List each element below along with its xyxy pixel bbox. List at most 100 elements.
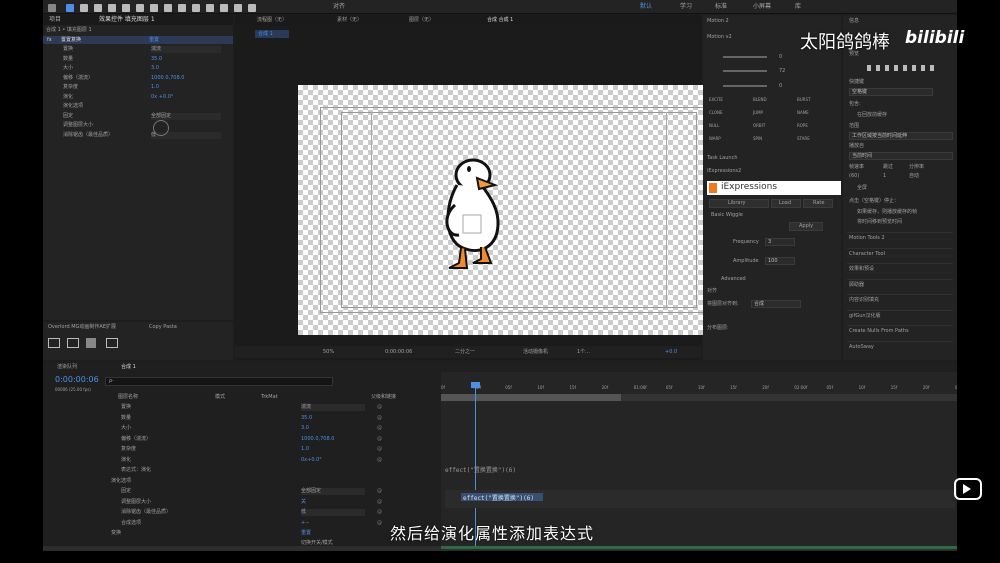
tab-footage[interactable]: 素材（无） [337,17,362,24]
timeline-prop-value[interactable]: 重置 [301,530,311,537]
motion-button[interactable]: WARP [709,135,721,142]
tab-copy-pasta[interactable]: Copy Pasta [149,324,177,331]
iexp-library[interactable]: Library [728,200,745,207]
panel-list-item[interactable]: Motion Tools 2 [849,235,885,242]
panel-list-item[interactable]: 内容识别填充 [849,297,879,304]
expression-edit[interactable]: effect("置换置换")(6) [463,493,534,502]
camera-dropdown[interactable]: 活动摄像机 [523,349,548,356]
timeline-search[interactable]: ρ- [109,378,114,385]
motion-button[interactable]: JUMP [753,109,763,116]
motion-button[interactable]: EXCITE [709,96,723,103]
motion-button[interactable]: ORBIT [753,122,765,129]
timeline-prop-value[interactable]: 全部固定 [301,488,365,495]
task-launch[interactable]: Task Launch [707,155,738,162]
panel-list-item[interactable]: gifGun汉化版 [849,313,881,320]
comp-breadcrumb[interactable]: 合成 1 [258,31,273,38]
align-to-dropdown[interactable]: 合成 [754,301,764,307]
pickwhip-icon[interactable]: @ [377,436,382,443]
tab-layer[interactable]: 图层（无） [409,17,434,24]
pickwhip-icon[interactable]: @ [377,404,382,411]
exposure-value[interactable]: +0.0 [665,349,677,356]
cache-play-checkbox[interactable]: 如果缓存，则播放缓存的帧 [857,209,917,216]
pickwhip-icon[interactable]: @ [377,425,382,432]
panel-list-item[interactable]: 效果和预设 [849,266,874,273]
expression-preview[interactable]: effect("置换置换")(6) [445,465,516,474]
effect-prop-value[interactable]: 1000.0,708.0 [151,75,184,82]
zoom-dropdown[interactable]: 50% [323,349,334,356]
effect-prop-value[interactable]: 0x +0.0° [151,94,173,101]
views-dropdown[interactable]: 1个... [577,349,590,356]
motion-button[interactable]: NAME [797,109,809,116]
workspace-learn[interactable]: 学习 [680,3,692,11]
panel-list-item[interactable]: 顾助器 [849,282,864,289]
align-checkbox-label[interactable]: 对齐 [333,3,345,11]
effect-name[interactable]: 置置复换 [61,37,81,44]
move-time-checkbox[interactable]: 将时间移到预览时间 [857,219,902,226]
overlord-grid-icon[interactable] [86,338,96,348]
work-area-bar[interactable] [441,394,623,401]
panel-list-item[interactable]: Character Tool [849,251,885,258]
tab-render-queue[interactable]: 渲染队列 [57,364,77,371]
tab-comp-timeline[interactable]: 合成 1 [121,364,136,371]
amplitude-value[interactable]: 100 [768,258,778,264]
pickwhip-icon[interactable]: @ [377,488,382,495]
motion-value-2[interactable]: 72 [779,68,785,75]
fps-dropdown[interactable]: (60) [849,173,859,180]
time-navigator[interactable] [441,546,957,549]
res-dropdown[interactable]: 自动 [909,173,919,180]
timeline-prop-value[interactable]: +− [301,520,309,527]
overlord-push-icon[interactable] [48,338,60,348]
iexp-tab[interactable]: iExpressions2 [707,168,741,175]
timeline-prop-value[interactable]: 35.0 [301,415,312,422]
motion-button[interactable]: STARE [797,135,810,142]
workspace-library[interactable]: 库 [795,3,801,11]
overlord-settings-icon[interactable] [106,338,118,348]
playback-controls[interactable] [867,65,937,71]
effect-prop-value[interactable]: 35.0 [151,56,162,63]
timeline-prop-value[interactable]: 低 [301,509,365,516]
panel-list-item[interactable]: AutoSway [849,344,874,351]
tab-composition[interactable]: 合成 合成 1 [487,17,513,24]
timeline-prop-value[interactable]: 关 [301,499,306,506]
timeline-prop-value[interactable]: 湍流 [301,404,365,411]
motion-button[interactable]: CLONE [709,109,723,116]
motion-button[interactable]: SPIN [753,135,762,142]
timeline-prop-value[interactable]: 0x+0.0° [301,457,322,464]
resolution-dropdown[interactable]: 二分之一 [455,349,475,356]
workspace-small[interactable]: 小屏幕 [753,3,771,11]
workspace-default[interactable]: 默认 [640,3,652,11]
tab-flowchart[interactable]: 流程图（无） [257,17,287,24]
panel-list-item[interactable]: Create Nulls From Paths [849,328,909,335]
timeline-prop-value[interactable]: 1000.0,708.0 [301,436,334,443]
effect-prop-value[interactable]: 3.0 [151,65,159,72]
pickwhip-icon[interactable]: @ [377,509,382,516]
frequency-value[interactable]: 3 [768,239,771,245]
shortcut-dropdown[interactable]: 空格键 [852,89,867,95]
fullscreen-checkbox[interactable]: 全屏 [857,185,867,192]
motion-button[interactable]: ROPE [797,122,808,129]
effect-prop-value[interactable]: 湍流 [151,46,221,53]
skip-dropdown[interactable]: 1 [883,173,886,180]
tab-project[interactable]: 项目 [49,16,61,24]
range-dropdown[interactable]: 工作区域按当前时间延伸 [852,133,907,139]
effect-reset[interactable]: 重置 [149,37,159,44]
motion-tab[interactable]: Motion 2 [707,18,729,25]
overlord-pull-icon[interactable] [67,338,79,348]
play-from-dropdown[interactable]: 当前时间 [852,153,872,159]
motion-button[interactable]: NULL [709,122,719,129]
motion-button[interactable]: BURST [797,96,810,103]
cache-before-checkbox[interactable]: 在回放前缓存 [857,112,887,119]
effect-prop-value[interactable]: 1.0 [151,84,159,91]
motion-value-3[interactable]: 0 [779,83,782,90]
iexp-load[interactable]: Load [779,200,791,207]
apply-button[interactable]: Apply [799,223,813,230]
pickwhip-icon[interactable]: @ [377,520,382,527]
viewer-timecode[interactable]: 0:00:00:06 [385,349,412,356]
pickwhip-icon[interactable]: @ [377,415,382,422]
advanced-toggle[interactable]: Advanced [721,276,746,283]
motion-value-1[interactable]: 0 [779,54,782,61]
motion-button[interactable]: BLEND [753,96,767,103]
timeline-timecode[interactable]: 0:00:00:06 [55,375,99,384]
info-tab[interactable]: 信息 [849,18,859,25]
iexp-rate[interactable]: Rate [813,200,824,207]
